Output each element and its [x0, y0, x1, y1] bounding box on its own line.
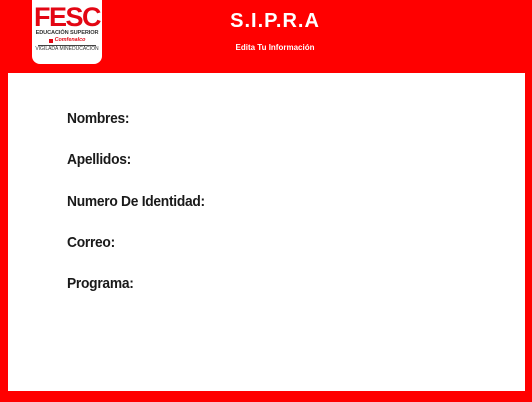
- app-title: S.I.P.R.A: [230, 10, 320, 32]
- field-label-numero-identidad: Numero De Identidad:: [67, 193, 205, 210]
- app-frame: FESC EDUCACIÓN SUPERIOR Comfenalco VIGIL…: [0, 0, 532, 402]
- field-label-programa: Programa:: [67, 275, 134, 292]
- comfenalco-icon: [48, 38, 53, 43]
- page-subtitle: Edita Tu Información: [235, 43, 315, 52]
- profile-panel: Nombres: Apellidos: Numero De Identidad:…: [8, 73, 525, 391]
- logo-brand-text: Comfenalco: [54, 37, 86, 43]
- field-label-correo: Correo:: [67, 234, 115, 251]
- fesc-logo: FESC EDUCACIÓN SUPERIOR Comfenalco VIGIL…: [32, 0, 102, 64]
- logo-wordmark: FESC: [33, 2, 102, 32]
- logo-footer: VIGILADA MINEDUCACIÓN: [35, 46, 99, 52]
- field-label-apellidos: Apellidos:: [67, 151, 131, 168]
- logo-brand: Comfenalco: [48, 37, 86, 44]
- logo-subtitle: EDUCACIÓN SUPERIOR: [35, 30, 99, 36]
- field-label-nombres: Nombres:: [67, 110, 130, 127]
